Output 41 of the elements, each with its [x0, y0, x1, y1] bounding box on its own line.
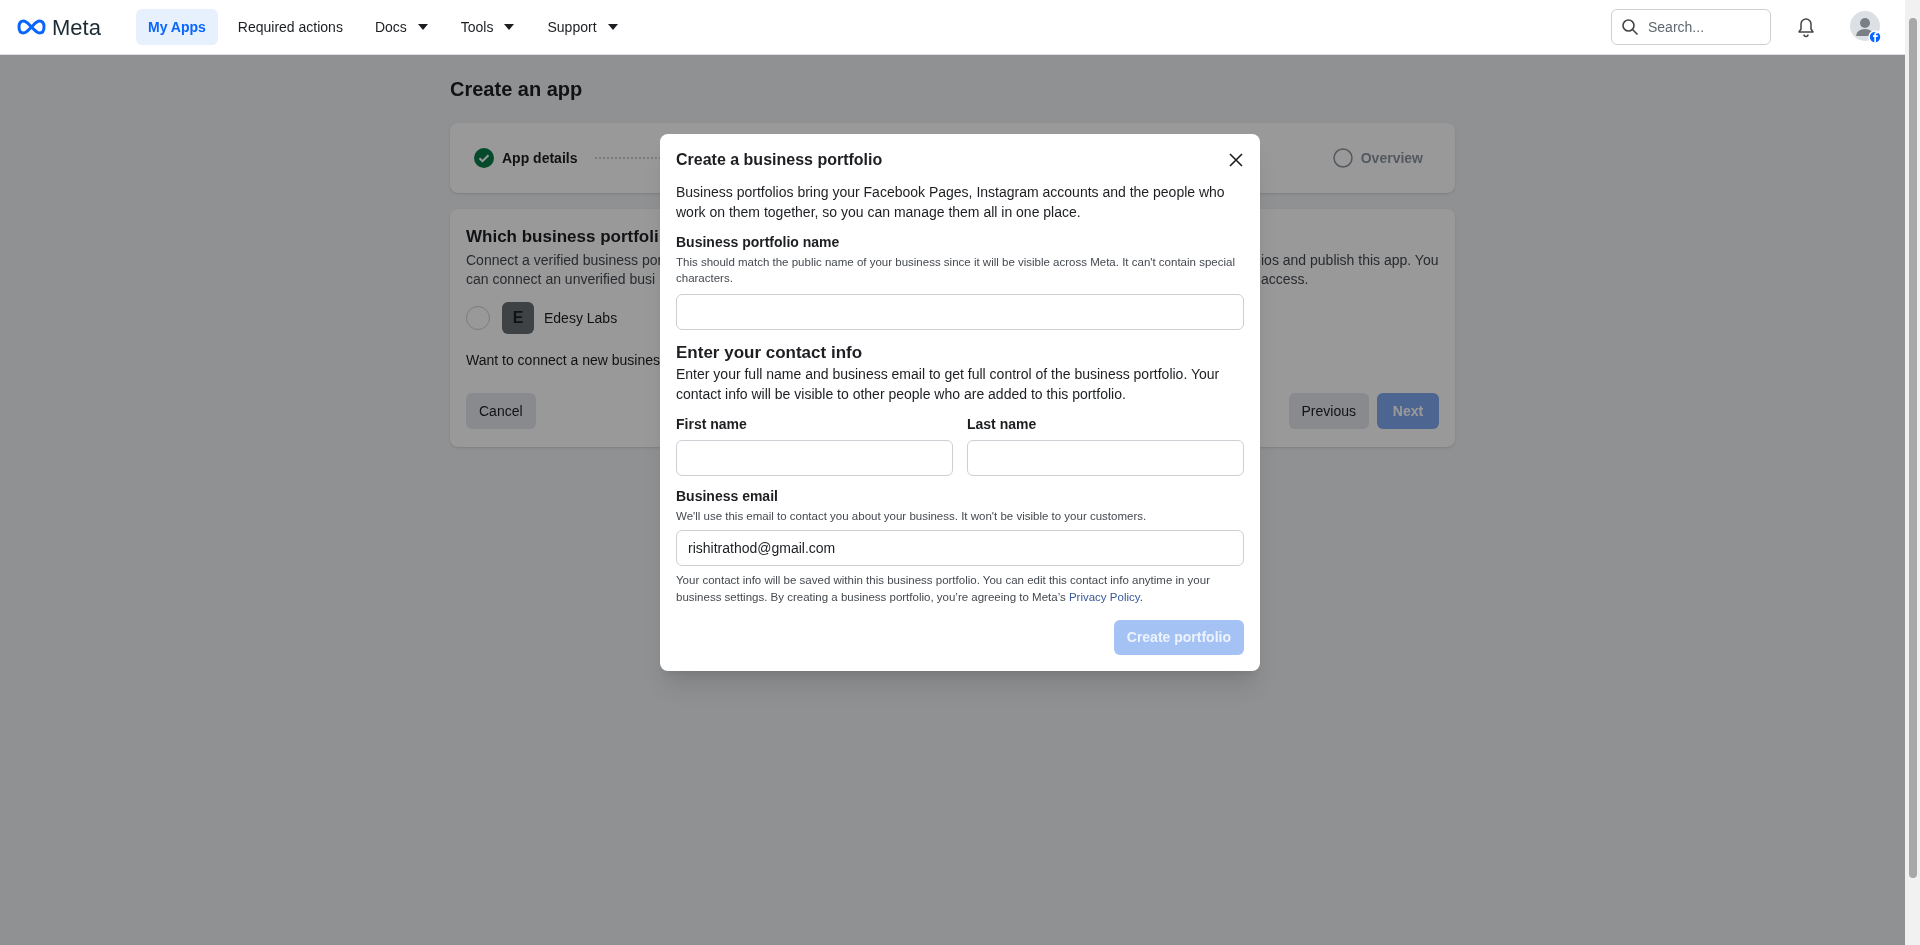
field-help-text: We'll use this email to contact you about your business. It won't be visible to your customers.: [676, 509, 1148, 524]
field-help-text: This should match the public name of your business since it will be visible across Meta. It can't contain special characters.: [676, 255, 1236, 286]
business-email-field[interactable]: rishitrathod@gmail.com: [676, 530, 1244, 566]
portfolio-name-field[interactable]: [676, 294, 1244, 330]
section-heading: Enter your contact info: [676, 342, 864, 364]
step-label: App details: [502, 148, 578, 168]
step-label: Overview: [1360, 148, 1423, 168]
dialog-title: Create a business portfolio: [676, 150, 883, 170]
close-icon: [1229, 153, 1243, 167]
last-name-field[interactable]: [967, 440, 1244, 476]
scrollbar[interactable]: [1905, 0, 1920, 945]
nav-tab[interactable]: Docs: [362, 9, 441, 45]
field-label: Business email: [676, 487, 779, 506]
cancel-button[interactable]: Cancel: [466, 393, 536, 429]
search-icon: [1621, 18, 1639, 36]
avatar-icon[interactable]: [1850, 11, 1882, 43]
previous-button[interactable]: Previous: [1288, 393, 1369, 429]
portfolio-name: Edesy Labs: [544, 308, 618, 328]
field-label: Business portfolio name: [676, 233, 841, 252]
description-text: access.: [1261, 270, 1310, 289]
privacy-policy-link[interactable]: Privacy Policy: [1068, 591, 1140, 603]
nav-tab[interactable]: Tools: [448, 9, 528, 45]
section-description: Enter your full name and business email to get full control of the business portfolio. Your contact info will be visible to other people who are added to this portfolio.: [676, 365, 1221, 404]
nav-tab[interactable]: Support: [535, 9, 631, 45]
field-label: First name: [676, 415, 748, 434]
connect-prompt: Want to connect a new busines: [466, 351, 661, 370]
page-title: Create an app: [450, 77, 584, 101]
description-text: Connect a verified business por: [466, 251, 663, 270]
nav-tab[interactable]: My Apps: [136, 9, 218, 45]
section-title: Which business portfoli: [466, 226, 659, 248]
meta-wordmark[interactable]: Meta: [52, 10, 101, 44]
meta-logo-icon: [15, 18, 48, 36]
description-text: can connect an unverified busi: [466, 270, 657, 289]
dialog-description: Business portfolios bring your Facebook Pages, Instagram accounts and the people who work on them together, so you can manage them all in one place.: [676, 183, 1226, 222]
nav-tab[interactable]: Required actions: [225, 9, 355, 45]
bell-icon[interactable]: [1796, 16, 1816, 38]
privacy-notice: Your contact info will be saved within this business portfolio. You can edit this contact info anytime in your business settings. By creating a business portfolio, you’re agreeing to Meta’s Privacy Policy.: [676, 573, 1211, 605]
field-label: Last name: [967, 415, 1038, 434]
description-text: ios and publish this app. You: [1261, 251, 1439, 270]
first-name-field[interactable]: [676, 440, 953, 476]
search-field[interactable]: Search...: [1611, 9, 1771, 45]
